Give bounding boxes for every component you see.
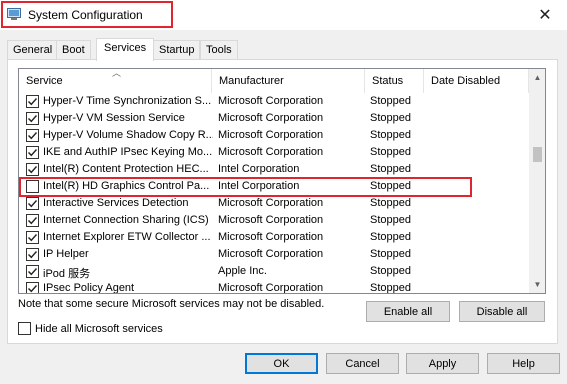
service-manufacturer: Microsoft Corporation [218,129,324,141]
vertical-scrollbar[interactable]: ▲ ▼ [529,69,545,293]
column-header-service[interactable]: ︿ Service [19,69,212,93]
hide-microsoft-services[interactable]: Hide all Microsoft services [18,322,163,335]
service-manufacturer: Microsoft Corporation [218,112,324,124]
services-list[interactable]: ︿ Service Manufacturer Status Date Disab… [18,68,546,294]
ok-button[interactable]: OK [245,353,318,374]
service-status: Stopped [370,112,411,124]
service-name: Hyper-V VM Session Service [43,112,185,124]
close-button[interactable]: ✕ [523,0,567,30]
service-name: Interactive Services Detection [43,197,189,209]
service-checkbox[interactable] [26,197,39,210]
service-name: IP Helper [43,248,89,260]
service-status: Stopped [370,180,411,192]
service-status: Stopped [370,197,411,209]
service-checkbox[interactable] [26,112,39,125]
column-header-date-disabled[interactable]: Date Disabled [424,69,529,93]
scrollbar-thumb[interactable] [533,147,542,162]
disable-all-button[interactable]: Disable all [459,301,545,322]
service-manufacturer: Intel Corporation [218,163,300,175]
tab-tools[interactable]: Tools [200,40,238,60]
column-header-status[interactable]: Status [365,69,424,93]
service-status: Stopped [370,129,411,141]
service-name: Hyper-V Volume Shadow Copy R... [43,129,213,141]
service-status: Stopped [370,231,411,243]
cancel-button[interactable]: Cancel [326,353,399,374]
table-row[interactable]: IPsec Policy Agent Microsoft Corporation… [19,280,529,294]
service-name: Intel(R) HD Graphics Control Pa... [43,180,210,192]
tab-general[interactable]: General [7,40,59,60]
secure-services-note: Note that some secure Microsoft services… [18,298,325,310]
list-header: ︿ Service Manufacturer Status Date Disab… [19,69,529,93]
service-checkbox[interactable] [26,282,39,293]
table-row[interactable]: Intel(R) HD Graphics Control Pa... Intel… [19,178,529,195]
tab-services[interactable]: Services [96,38,155,61]
service-manufacturer: Microsoft Corporation [218,282,324,294]
title-bar: System Configuration ✕ [0,0,567,30]
service-checkbox[interactable] [26,163,39,176]
enable-all-button[interactable]: Enable all [366,301,450,322]
service-name: Internet Connection Sharing (ICS) [43,214,209,226]
column-header-manufacturer[interactable]: Manufacturer [212,69,365,93]
service-status: Stopped [370,95,411,107]
service-status: Stopped [370,265,411,277]
title-highlight-box [1,1,173,28]
service-name: Internet Explorer ETW Collector ... [43,231,211,243]
apply-button[interactable]: Apply [406,353,479,374]
table-row[interactable]: Intel(R) Content Protection HEC... Intel… [19,161,529,178]
service-name: Intel(R) Content Protection HEC... [43,163,209,175]
hide-microsoft-services-checkbox[interactable] [18,322,31,335]
service-checkbox[interactable] [26,146,39,159]
service-status: Stopped [370,248,411,260]
service-checkbox[interactable] [26,248,39,261]
service-name: IKE and AuthIP IPsec Keying Mo... [43,146,213,158]
hide-microsoft-services-label: Hide all Microsoft services [35,322,163,335]
tab-startup[interactable]: Startup [153,40,201,60]
scroll-up-icon[interactable]: ▲ [529,69,545,86]
table-row[interactable]: iPod 服务 Apple Inc. Stopped [19,263,529,280]
close-icon: ✕ [538,7,552,24]
table-row[interactable]: Internet Connection Sharing (ICS) Micros… [19,212,529,229]
service-checkbox[interactable] [26,265,39,278]
service-status: Stopped [370,163,411,175]
table-row[interactable]: Hyper-V Time Synchronization S... Micros… [19,93,529,110]
service-manufacturer: Microsoft Corporation [218,95,324,107]
service-name: IPsec Policy Agent [43,282,135,294]
table-row[interactable]: Internet Explorer ETW Collector ... Micr… [19,229,529,246]
service-manufacturer: Microsoft Corporation [218,248,324,260]
service-manufacturer: Intel Corporation [218,180,300,192]
service-name: Hyper-V Time Synchronization S... [43,95,212,107]
service-status: Stopped [370,282,411,294]
service-checkbox[interactable] [26,231,39,244]
service-manufacturer: Microsoft Corporation [218,197,324,209]
service-manufacturer: Microsoft Corporation [218,146,324,158]
service-status: Stopped [370,146,411,158]
service-name: iPod 服务 [43,268,91,280]
service-checkbox[interactable] [26,129,39,142]
help-button[interactable]: Help [487,353,560,374]
service-manufacturer: Apple Inc. [218,265,267,277]
table-row[interactable]: Interactive Services Detection Microsoft… [19,195,529,212]
service-rows: Hyper-V Time Synchronization S... Micros… [19,93,529,294]
service-status: Stopped [370,214,411,226]
service-checkbox[interactable] [26,214,39,227]
scroll-down-icon[interactable]: ▼ [529,276,545,293]
table-row[interactable]: IP Helper Microsoft Corporation Stopped [19,246,529,263]
table-row[interactable]: Hyper-V VM Session Service Microsoft Cor… [19,110,529,127]
table-row[interactable]: Hyper-V Volume Shadow Copy R... Microsof… [19,127,529,144]
tab-boot[interactable]: Boot [56,40,91,60]
service-manufacturer: Microsoft Corporation [218,231,324,243]
service-checkbox[interactable] [26,180,39,193]
table-row[interactable]: IKE and AuthIP IPsec Keying Mo... Micros… [19,144,529,161]
service-checkbox[interactable] [26,95,39,108]
service-manufacturer: Microsoft Corporation [218,214,324,226]
sort-up-icon: ︿ [112,68,122,78]
